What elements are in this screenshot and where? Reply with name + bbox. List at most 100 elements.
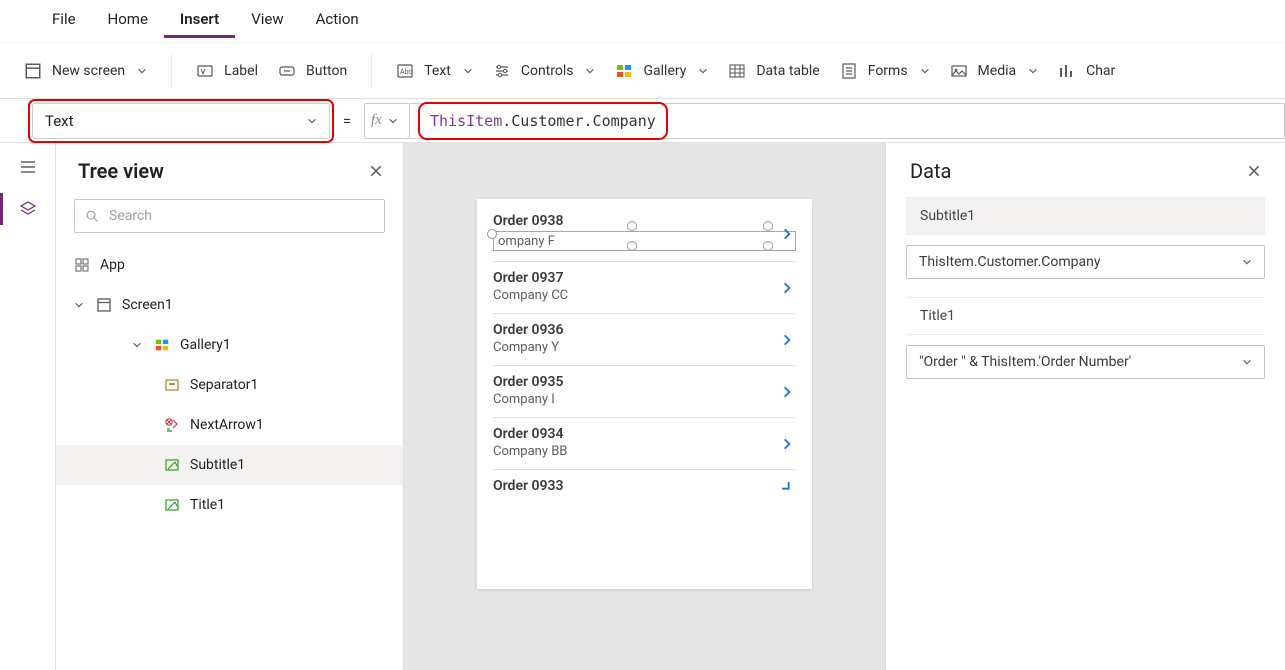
gallery-item[interactable]: Order 0936 Company Y	[493, 314, 796, 366]
media-menu-button[interactable]: Media	[940, 54, 1049, 88]
menu-view[interactable]: View	[235, 0, 299, 38]
resize-handle[interactable]	[763, 241, 773, 251]
forms-menu-button[interactable]: Forms	[830, 54, 940, 88]
tree-node-subtitle[interactable]: Subtitle1	[56, 445, 403, 485]
screen-icon	[24, 62, 42, 80]
close-icon[interactable]	[369, 164, 383, 178]
gallery-list: Order 0938 ompany F Order 0937 Company C…	[477, 199, 812, 504]
tree-node-nextarrow[interactable]: NextArrow1	[56, 405, 403, 445]
chevron-right-icon[interactable]	[780, 385, 794, 399]
canvas-stage[interactable]: Order 0938 ompany F Order 0937 Company C…	[404, 143, 885, 670]
gallery-icon	[615, 62, 633, 80]
ribbon: New screen Label Button Text Controls Ga…	[0, 42, 1285, 98]
caret-icon	[132, 340, 144, 350]
menu-insert[interactable]: Insert	[164, 0, 235, 38]
resize-handle[interactable]	[487, 229, 497, 239]
gallery-item-title: Order 0933	[493, 478, 796, 494]
menu-file[interactable]: File	[36, 0, 92, 38]
controls-menu-button[interactable]: Controls	[483, 54, 606, 88]
nextarrow-icon	[164, 417, 180, 433]
controls-icon	[493, 62, 511, 80]
data-table-button[interactable]: Data table	[718, 54, 829, 88]
gallery-item-subtitle: Company BB	[493, 444, 796, 459]
gallery-label: Gallery	[643, 63, 686, 79]
data-field-value[interactable]: "Order " & ThisItem.'Order Number'	[906, 345, 1265, 379]
property-name: Text	[45, 112, 74, 130]
search-placeholder: Search	[109, 208, 152, 224]
chevron-down-icon	[137, 66, 147, 76]
gallery-item-title: Order 0934	[493, 426, 796, 442]
gallery-item[interactable]: Order 0934 Company BB	[493, 418, 796, 470]
left-rail	[0, 143, 56, 670]
tree-node-screen[interactable]: Screen1	[56, 285, 403, 325]
data-field-value-text: "Order " & ThisItem.'Order Number'	[919, 354, 1131, 370]
app-icon	[74, 257, 90, 273]
tree-label: Screen1	[122, 297, 173, 313]
gallery-item[interactable]: Order 0935 Company I	[493, 366, 796, 418]
tree-node-title[interactable]: Title1	[56, 485, 403, 525]
caret-icon	[74, 300, 86, 310]
chevron-right-icon[interactable]	[780, 227, 794, 241]
menu-action[interactable]: Action	[300, 0, 375, 38]
button-icon	[278, 62, 296, 80]
search-icon	[85, 209, 99, 223]
chart-menu-button[interactable]: Char	[1048, 54, 1125, 88]
data-field-header[interactable]: Subtitle1	[906, 197, 1265, 235]
label-label: Label	[224, 63, 258, 79]
gallery-item[interactable]: Order 0933	[493, 470, 796, 504]
chevron-down-icon	[1242, 257, 1252, 267]
tree-label: Title1	[190, 497, 225, 513]
close-icon[interactable]	[1247, 164, 1261, 178]
formula-input[interactable]: ThisItem.Customer.Company	[410, 103, 1285, 139]
new-screen-label: New screen	[52, 63, 125, 79]
forms-label: Forms	[868, 63, 908, 79]
chevron-down-icon	[463, 66, 473, 76]
tree-node-app[interactable]: App	[56, 245, 403, 285]
gallery-item[interactable]: Order 0937 Company CC	[493, 262, 796, 314]
gallery-item-subtitle: Company Y	[493, 340, 796, 355]
chevron-down-icon	[1028, 66, 1038, 76]
tree-view-title: Tree view	[78, 159, 164, 183]
chevron-right-icon[interactable]	[780, 281, 794, 295]
resize-handle[interactable]	[627, 221, 637, 231]
formula-bar: Text = fx ThisItem.Customer.Company	[0, 98, 1285, 142]
app-screen[interactable]: Order 0938 ompany F Order 0937 Company C…	[477, 199, 812, 589]
data-field-value-text: ThisItem.Customer.Company	[919, 254, 1100, 270]
tree-label: App	[100, 257, 125, 273]
resize-handle[interactable]	[763, 221, 773, 231]
tree-view-icon[interactable]	[18, 199, 38, 219]
search-input[interactable]: Search	[74, 199, 385, 233]
chevron-right-icon[interactable]	[780, 437, 794, 451]
gallery-item[interactable]: Order 0938 ompany F	[493, 207, 796, 262]
chevron-down-icon	[698, 66, 708, 76]
tree-view-panel: Tree view Search App Screen1 Gallery1	[56, 143, 404, 670]
label-button[interactable]: Label	[186, 54, 268, 88]
tree-node-gallery[interactable]: Gallery1	[56, 325, 403, 365]
formula-token: ThisItem	[430, 112, 502, 130]
gallery-item-subtitle: Company CC	[493, 288, 796, 303]
text-icon	[396, 62, 414, 80]
resize-handle[interactable]	[627, 241, 637, 251]
data-field-header[interactable]: Title1	[906, 297, 1265, 335]
button-button[interactable]: Button	[268, 54, 357, 88]
chevron-right-icon[interactable]	[780, 333, 794, 347]
menubar: File Home Insert View Action	[0, 0, 1285, 42]
data-field-label: Subtitle1	[920, 208, 975, 224]
chevron-down-icon	[585, 66, 595, 76]
new-screen-button[interactable]: New screen	[14, 54, 157, 88]
data-field-value[interactable]: ThisItem.Customer.Company	[906, 245, 1265, 279]
gallery-menu-button[interactable]: Gallery	[605, 54, 718, 88]
gallery-item-title: Order 0938	[493, 213, 796, 229]
fx-button[interactable]: fx	[364, 103, 410, 139]
media-label: Media	[978, 63, 1017, 79]
hamburger-icon[interactable]	[18, 157, 38, 177]
property-selector[interactable]: Text	[32, 103, 330, 139]
data-panel: Data Subtitle1 ThisItem.Customer.Company…	[885, 143, 1285, 670]
button-label: Button	[306, 63, 347, 79]
text-menu-button[interactable]: Text	[386, 54, 483, 88]
menu-home[interactable]: Home	[92, 0, 164, 38]
gallery-item-title: Order 0936	[493, 322, 796, 338]
tree-node-separator[interactable]: Separator1	[56, 365, 403, 405]
subtitle-control-selected[interactable]: ompany F	[493, 231, 796, 251]
data-panel-title: Data	[910, 159, 951, 183]
